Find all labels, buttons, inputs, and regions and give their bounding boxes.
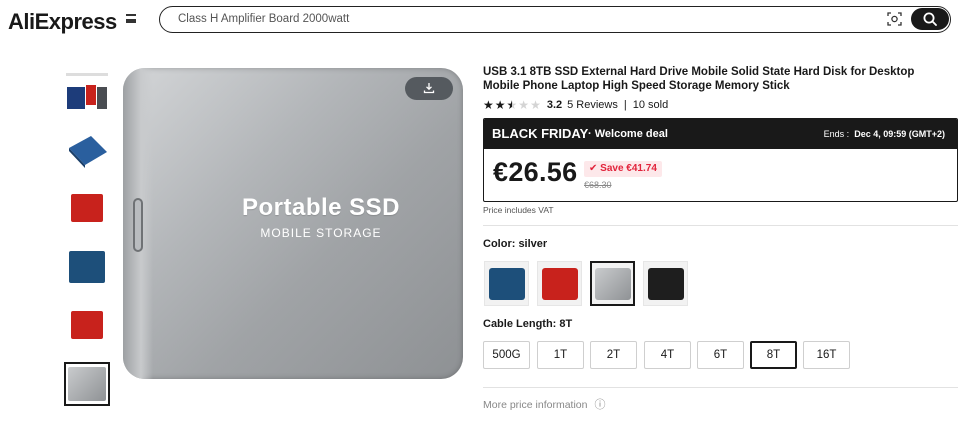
search-input[interactable] (178, 7, 818, 31)
thumbnail-1[interactable] (64, 70, 110, 114)
deal-price-box: BLACK FRIDAY · Welcome deal Ends : Dec 4… (483, 118, 958, 202)
black-friday-banner: BLACK FRIDAY · Welcome deal Ends : Dec 4… (484, 119, 957, 149)
thumbnail-2[interactable] (64, 128, 110, 172)
deal-name: BLACK FRIDAY (492, 126, 589, 141)
save-amount: Save €41.74 (600, 163, 657, 174)
info-icon: ⓘ (594, 399, 606, 411)
thumbnail-image (69, 136, 107, 168)
star-icon: ★ (483, 97, 494, 112)
swatch-image (488, 267, 525, 300)
star-icon: ★ (494, 97, 506, 112)
more-price-info[interactable]: More price information ⓘ (483, 399, 605, 411)
color-option-black[interactable] (643, 261, 688, 306)
star-half-icon: ★ (506, 97, 518, 112)
swatch-image (541, 267, 578, 300)
product-title: USB 3.1 8TB SSD External Hard Drive Mobi… (483, 66, 915, 92)
star-rating: ★ ★ ★ ★ ★ (483, 99, 541, 111)
download-image-button[interactable] (405, 77, 453, 100)
thumbnail-image (69, 251, 105, 283)
thumbnail-4[interactable] (64, 245, 110, 289)
more-price-label: More price information (483, 399, 588, 411)
thumbnail-image (71, 311, 103, 339)
length-option-1t[interactable]: 1T (537, 341, 584, 369)
color-option-red[interactable] (537, 261, 582, 306)
thumbnail-image (71, 194, 103, 222)
length-option-16t[interactable]: 16T (803, 341, 850, 369)
search-button[interactable] (911, 8, 949, 30)
divider (483, 225, 958, 226)
menu-icon[interactable] (126, 14, 136, 23)
thumbnail-image (68, 367, 106, 401)
original-price: €68.30 (584, 180, 612, 190)
length-option-2t[interactable]: 2T (590, 341, 637, 369)
color-option-silver[interactable] (590, 261, 635, 306)
download-icon (423, 83, 435, 94)
cable-length-label: Cable Length: 8T (483, 318, 573, 330)
rating-value: 3.2 (546, 98, 563, 111)
current-price: €26.56 (493, 157, 578, 187)
vat-note: Price includes VAT (483, 205, 554, 215)
deal-countdown: Ends : Dec 4, 09:59 (GMT+2) (824, 129, 945, 139)
color-label: Color: silver (483, 238, 548, 250)
tag-icon: ✔ (589, 163, 598, 174)
deal-subtitle: · Welcome deal (588, 128, 668, 140)
deal-ends-label: Ends : (823, 129, 850, 139)
image-product-title: Portable SSD (241, 194, 401, 221)
main-product-image[interactable]: Portable SSD MOBILE STORAGE (116, 60, 472, 390)
save-badge: ✔ Save €41.74 (584, 161, 662, 177)
star-empty-icon: ★ (530, 97, 541, 112)
search-bar (159, 6, 951, 33)
thumbnail-6-selected[interactable] (64, 362, 110, 406)
sold-count: 10 sold (632, 98, 669, 111)
ssd-image-body (123, 68, 463, 379)
image-product-subtitle: MOBILE STORAGE (260, 226, 382, 240)
thumbnail-image (66, 73, 108, 109)
length-option-4t[interactable]: 4T (644, 341, 691, 369)
length-option-6t[interactable]: 6T (697, 341, 744, 369)
thumbnail-5[interactable] (64, 303, 110, 347)
deal-ends-value: Dec 4, 09:59 (GMT+2) (854, 129, 945, 139)
swatch-image (594, 267, 631, 300)
search-icon (923, 12, 937, 26)
reviews-link[interactable]: 5 Reviews (567, 99, 618, 111)
separator: | (623, 98, 627, 111)
length-option-8t[interactable]: 8T (750, 341, 797, 369)
image-search-icon[interactable] (887, 12, 902, 26)
length-option-500g[interactable]: 500G (483, 341, 530, 369)
usb-port-icon (133, 198, 143, 252)
color-option-blue[interactable] (484, 261, 529, 306)
thumbnail-3[interactable] (64, 186, 110, 230)
rating-row: ★ ★ ★ ★ ★ 3.2 5 Reviews | 10 sold (483, 98, 668, 111)
swatch-image (647, 267, 684, 300)
star-empty-icon: ★ (518, 97, 530, 112)
aliexpress-logo[interactable]: AliExpress (8, 9, 117, 35)
divider (483, 387, 958, 388)
